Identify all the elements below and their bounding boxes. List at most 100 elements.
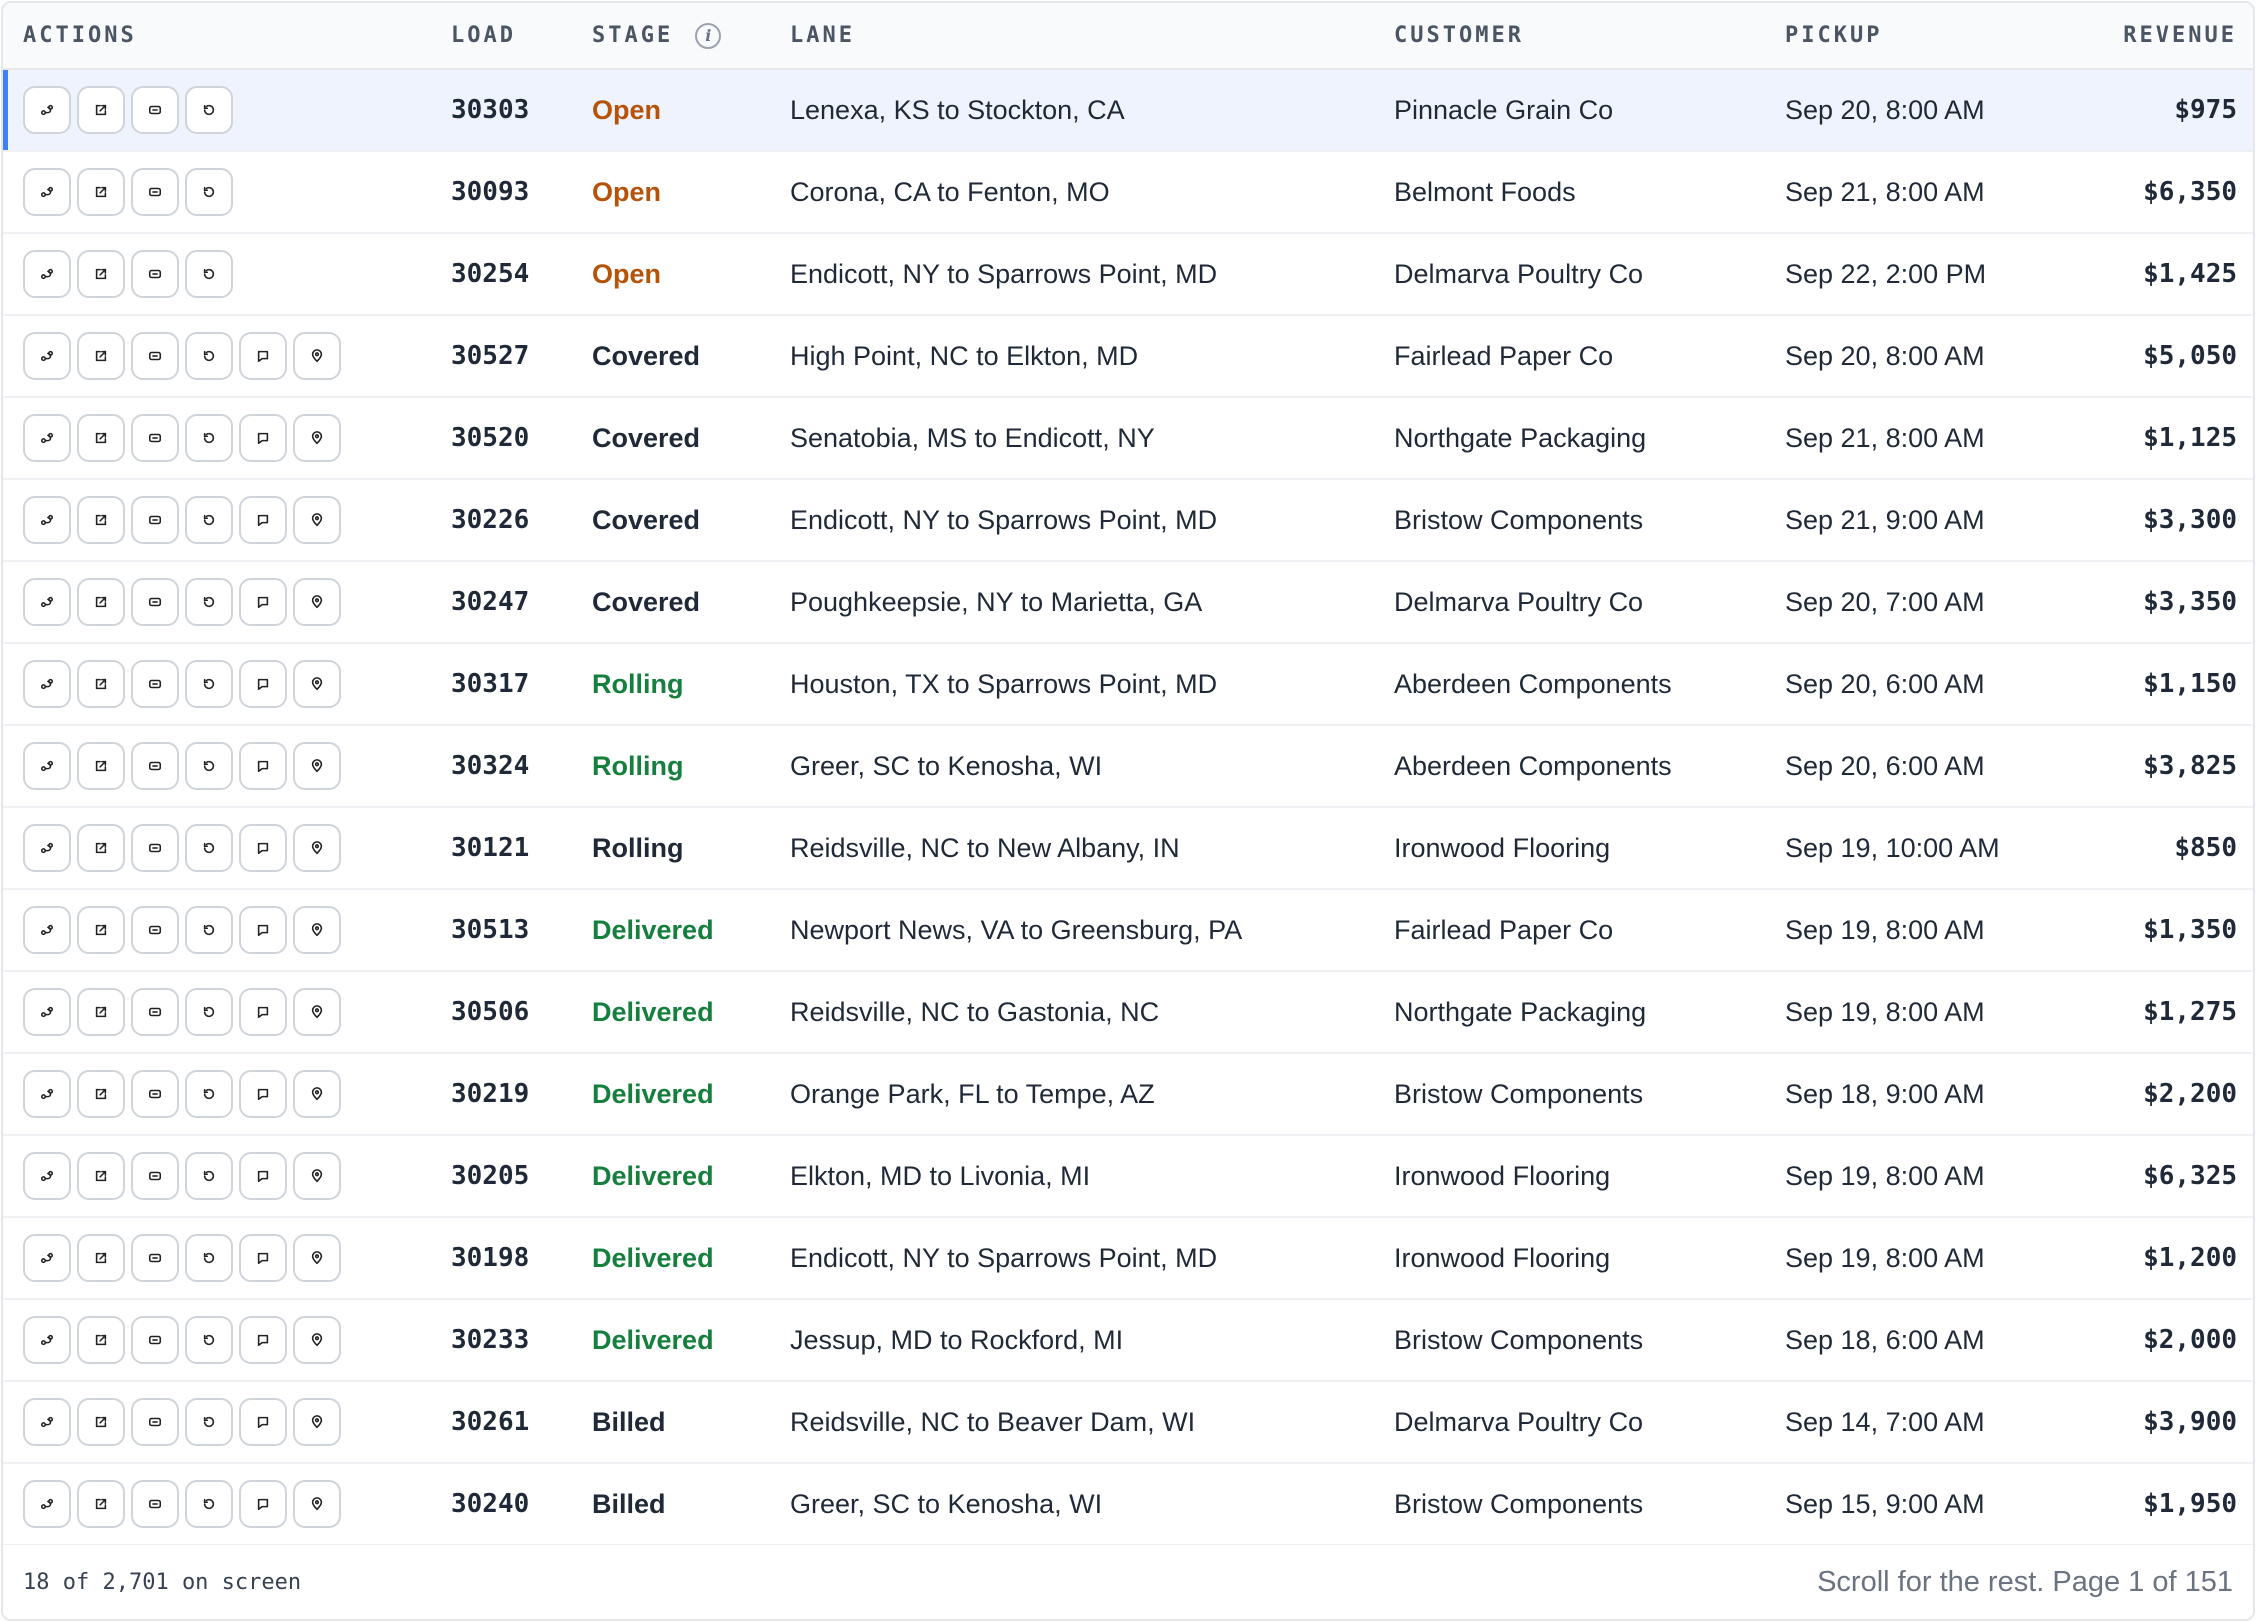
document-button[interactable] (131, 1398, 179, 1446)
load-cell[interactable]: 30205 (431, 1135, 572, 1218)
document-button[interactable] (131, 414, 179, 462)
document-button[interactable] (131, 824, 179, 872)
external-link-button[interactable] (77, 660, 125, 708)
message-button[interactable] (239, 742, 287, 790)
load-cell[interactable]: 30520 (431, 397, 572, 480)
load-cell[interactable]: 30247 (431, 561, 572, 644)
location-pin-button[interactable] (293, 1234, 341, 1282)
route-button[interactable] (23, 496, 71, 544)
location-pin-button[interactable] (293, 906, 341, 954)
message-button[interactable] (239, 414, 287, 462)
location-pin-button[interactable] (293, 496, 341, 544)
load-cell[interactable]: 30324 (431, 725, 572, 808)
table-row[interactable]: 30324 Rolling Greer, SC to Kenosha, WI Aber… (3, 725, 2253, 808)
table-row[interactable]: 30303 Open Lenexa, KS to Stockton, CA Pinna… (3, 69, 2253, 152)
location-pin-button[interactable] (293, 332, 341, 380)
table-row[interactable]: 30121 Rolling Reidsville, NC to New Albany… (3, 807, 2253, 890)
route-button[interactable] (23, 414, 71, 462)
column-header-revenue[interactable]: REVENUE (2090, 3, 2253, 70)
history-button[interactable] (185, 1480, 233, 1528)
table-row[interactable]: 30093 Open Corona, CA to Fenton, MO Belmont… (3, 151, 2253, 234)
message-button[interactable] (239, 496, 287, 544)
table-row[interactable]: 30233 Delivered Jessup, MD to Rockford, MI… (3, 1299, 2253, 1382)
route-button[interactable] (23, 578, 71, 626)
history-button[interactable] (185, 250, 233, 298)
external-link-button[interactable] (77, 86, 125, 134)
external-link-button[interactable] (77, 496, 125, 544)
table-row[interactable]: 30226 Covered Endicott, NY to Sparrows Poi… (3, 479, 2253, 562)
document-button[interactable] (131, 906, 179, 954)
message-button[interactable] (239, 332, 287, 380)
document-button[interactable] (131, 742, 179, 790)
history-button[interactable] (185, 742, 233, 790)
message-button[interactable] (239, 1070, 287, 1118)
table-row[interactable]: 30254 Open Endicott, NY to Sparrows Point,… (3, 233, 2253, 316)
location-pin-button[interactable] (293, 1398, 341, 1446)
route-button[interactable] (23, 906, 71, 954)
location-pin-button[interactable] (293, 1070, 341, 1118)
external-link-button[interactable] (77, 414, 125, 462)
table-row[interactable]: 30317 Rolling Houston, TX to Sparrows Poin… (3, 643, 2253, 726)
history-button[interactable] (185, 168, 233, 216)
message-button[interactable] (239, 1316, 287, 1364)
location-pin-button[interactable] (293, 988, 341, 1036)
external-link-button[interactable] (77, 578, 125, 626)
document-button[interactable] (131, 496, 179, 544)
load-cell[interactable]: 30261 (431, 1381, 572, 1464)
external-link-button[interactable] (77, 1234, 125, 1282)
load-cell[interactable]: 30254 (431, 233, 572, 316)
document-button[interactable] (131, 1316, 179, 1364)
history-button[interactable] (185, 578, 233, 626)
external-link-button[interactable] (77, 1070, 125, 1118)
column-header-customer[interactable]: CUSTOMER (1374, 3, 1765, 70)
history-button[interactable] (185, 332, 233, 380)
table-row[interactable]: 30513 Delivered Newport News, VA to Greens… (3, 889, 2253, 972)
load-cell[interactable]: 30303 (431, 69, 572, 152)
table-row[interactable]: 30205 Delivered Elkton, MD to Livonia, MI I… (3, 1135, 2253, 1218)
route-button[interactable] (23, 86, 71, 134)
location-pin-button[interactable] (293, 824, 341, 872)
history-button[interactable] (185, 86, 233, 134)
location-pin-button[interactable] (293, 1480, 341, 1528)
location-pin-button[interactable] (293, 414, 341, 462)
external-link-button[interactable] (77, 332, 125, 380)
route-button[interactable] (23, 250, 71, 298)
column-header-pickup[interactable]: PICKUP (1765, 3, 2090, 70)
document-button[interactable] (131, 1152, 179, 1200)
external-link-button[interactable] (77, 1152, 125, 1200)
column-header-lane[interactable]: LANE (770, 3, 1374, 70)
route-button[interactable] (23, 1398, 71, 1446)
table-row[interactable]: 30198 Delivered Endicott, NY to Sparrows P… (3, 1217, 2253, 1300)
history-button[interactable] (185, 1152, 233, 1200)
history-button[interactable] (185, 906, 233, 954)
table-row[interactable]: 30240 Billed Greer, SC to Kenosha, WI Brist… (3, 1463, 2253, 1546)
document-button[interactable] (131, 1480, 179, 1528)
load-cell[interactable]: 30527 (431, 315, 572, 398)
column-header-stage[interactable]: STAGE i (572, 3, 770, 70)
external-link-button[interactable] (77, 742, 125, 790)
message-button[interactable] (239, 660, 287, 708)
history-button[interactable] (185, 824, 233, 872)
table-row[interactable]: 30520 Covered Senatobia, MS to Endicott, N… (3, 397, 2253, 480)
location-pin-button[interactable] (293, 742, 341, 790)
route-button[interactable] (23, 1316, 71, 1364)
location-pin-button[interactable] (293, 1152, 341, 1200)
external-link-button[interactable] (77, 824, 125, 872)
load-cell[interactable]: 30226 (431, 479, 572, 562)
external-link-button[interactable] (77, 906, 125, 954)
external-link-button[interactable] (77, 250, 125, 298)
route-button[interactable] (23, 988, 71, 1036)
route-button[interactable] (23, 1152, 71, 1200)
load-cell[interactable]: 30513 (431, 889, 572, 972)
route-button[interactable] (23, 742, 71, 790)
route-button[interactable] (23, 332, 71, 380)
route-button[interactable] (23, 1234, 71, 1282)
history-button[interactable] (185, 414, 233, 462)
location-pin-button[interactable] (293, 578, 341, 626)
route-button[interactable] (23, 1070, 71, 1118)
info-icon[interactable]: i (695, 22, 722, 49)
load-cell[interactable]: 30198 (431, 1217, 572, 1300)
message-button[interactable] (239, 988, 287, 1036)
history-button[interactable] (185, 496, 233, 544)
history-button[interactable] (185, 1234, 233, 1282)
